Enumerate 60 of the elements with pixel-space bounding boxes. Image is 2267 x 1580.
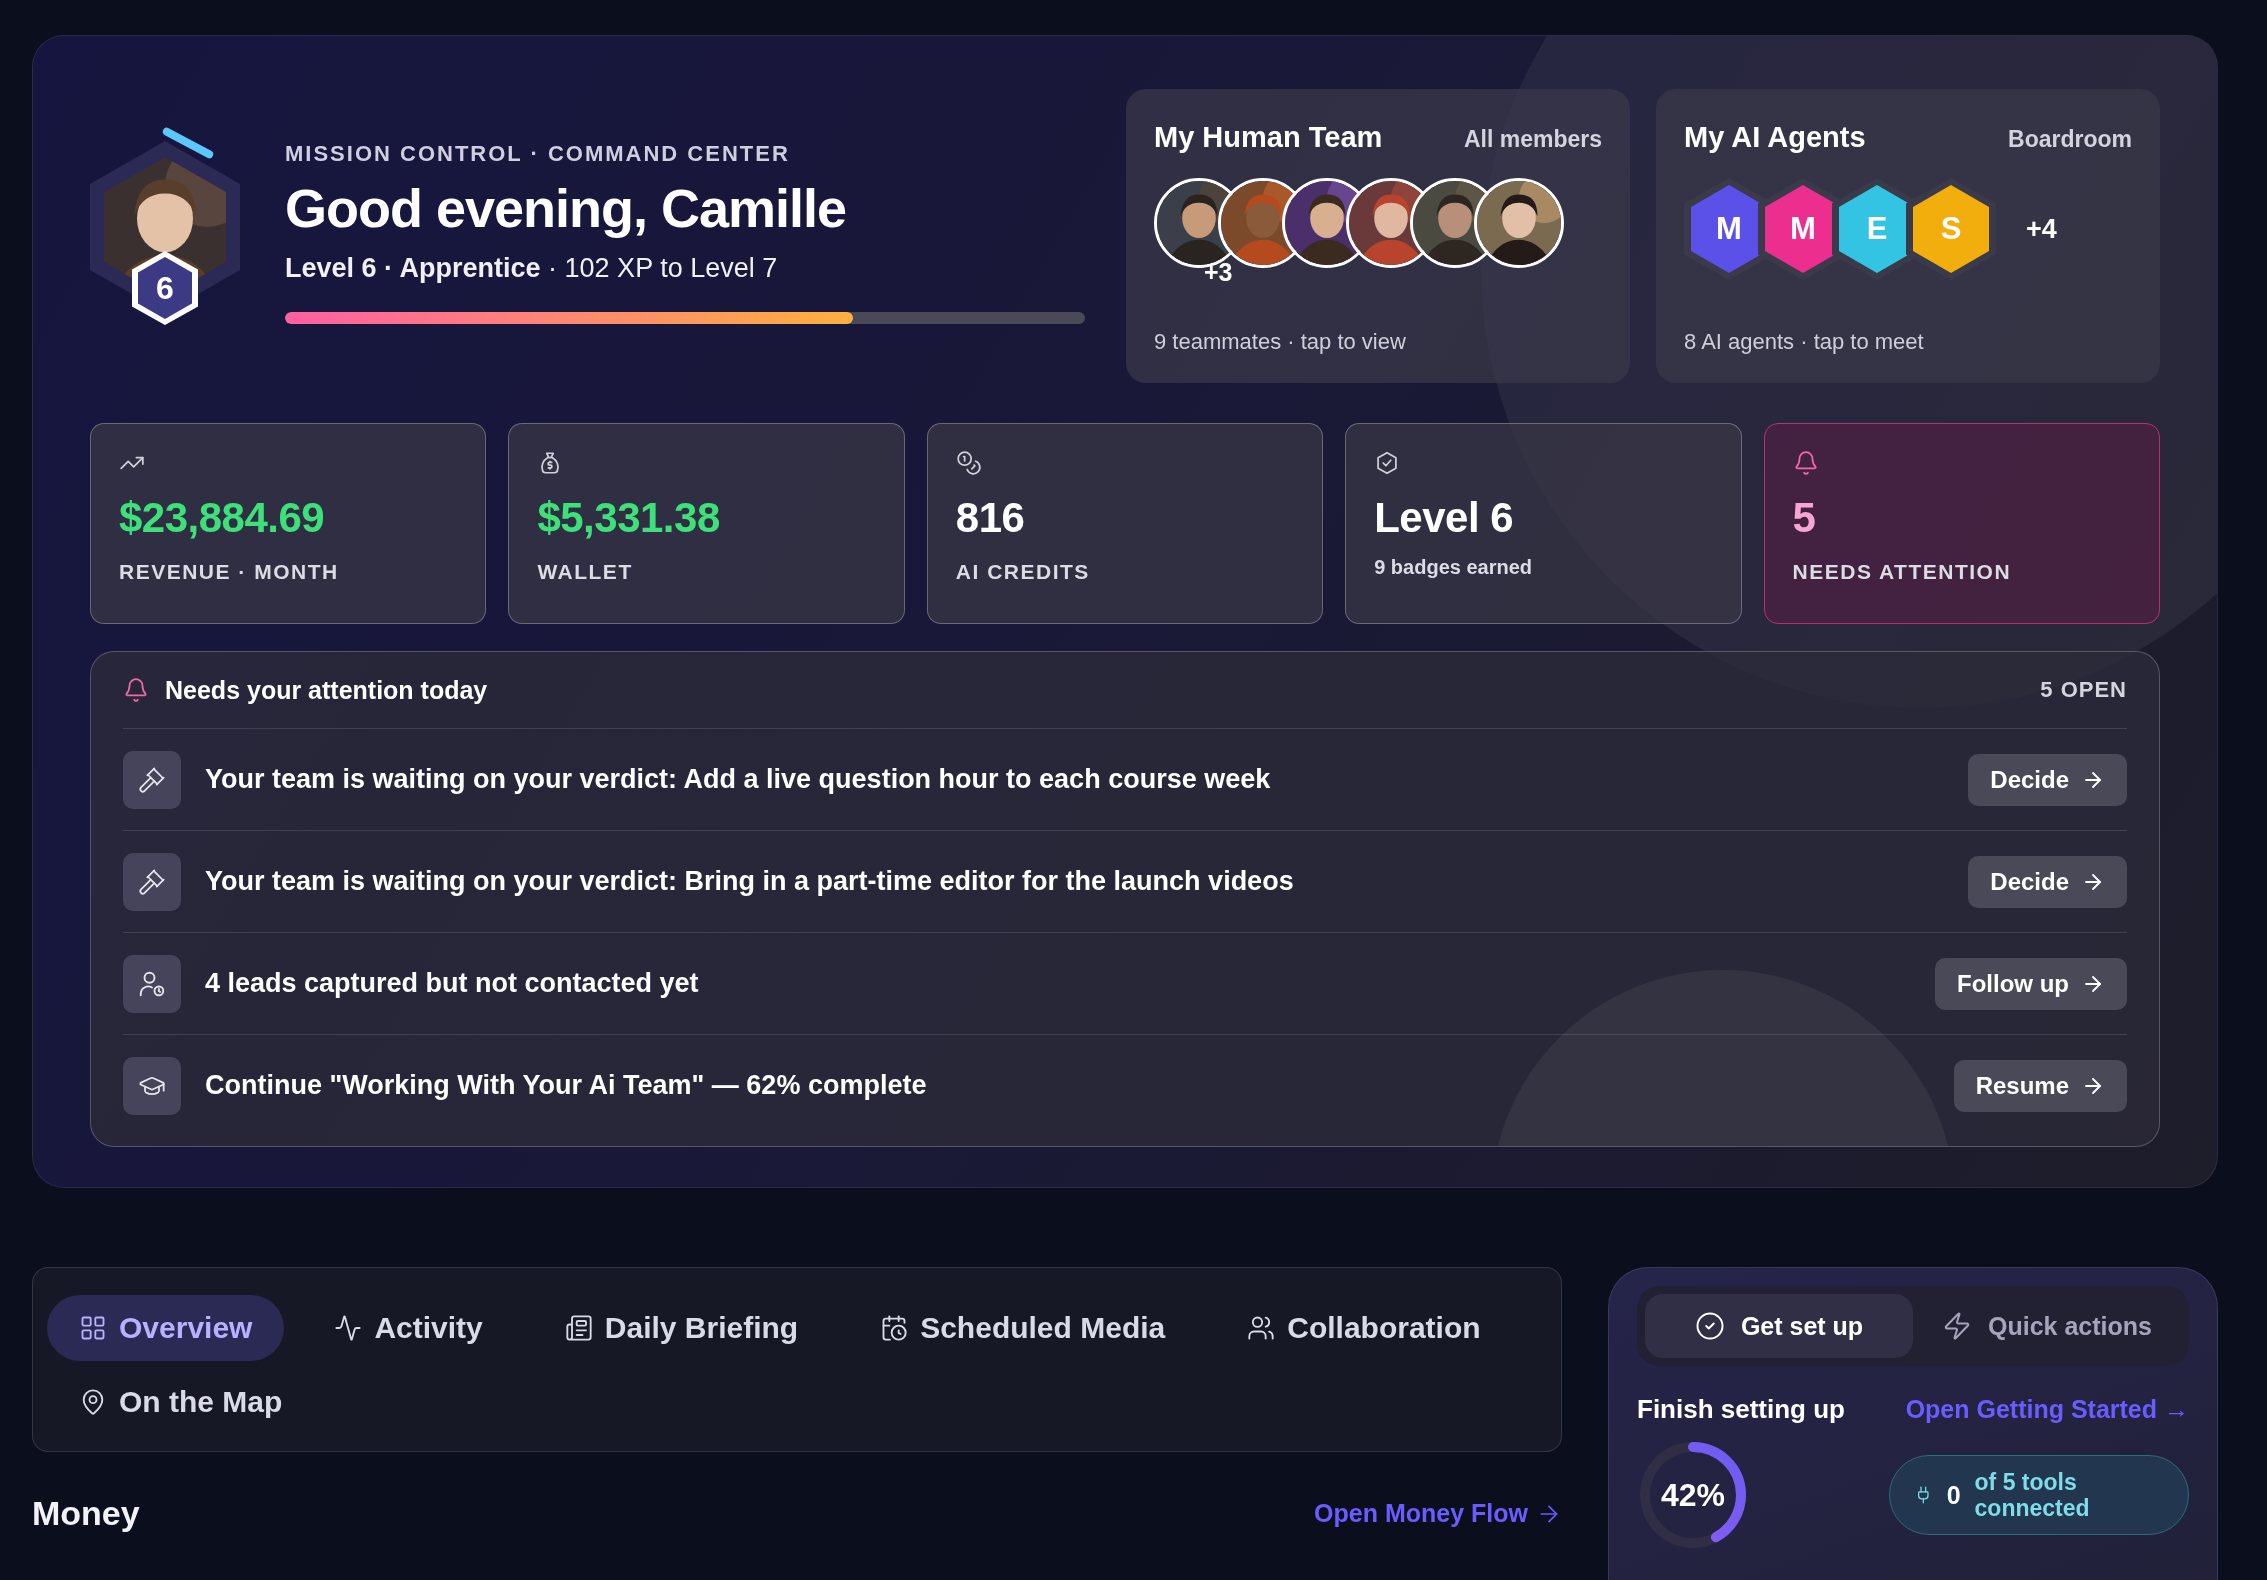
action-button[interactable]: Decide	[1968, 753, 2127, 806]
action-button[interactable]: Resume	[1953, 1059, 2127, 1112]
tab[interactable]: Daily Briefing	[532, 1295, 831, 1361]
coins-icon	[955, 450, 982, 476]
stat-value: $23,884.69	[119, 494, 326, 542]
action-button[interactable]: Decide	[1968, 855, 2127, 908]
stat-value: Level 6	[1374, 494, 1515, 542]
money-flow-link[interactable]: Open Money Flow	[1314, 1499, 1562, 1528]
all-members-link[interactable]: All members	[1463, 126, 1602, 153]
stat-label: WALLET	[537, 560, 634, 584]
agent-badge: S	[1913, 185, 1989, 273]
tab[interactable]: On the Map	[47, 1369, 315, 1435]
card-title: My Human Team	[1154, 121, 1383, 154]
segment-tab[interactable]: Quick actions	[1913, 1294, 2181, 1358]
bell-icon	[1792, 450, 1819, 476]
calendar-clock-icon	[880, 1314, 909, 1342]
section-title: Money	[32, 1494, 140, 1533]
stat-label: REVENUE · MONTH	[119, 560, 340, 584]
stat-label: 9 badges earned	[1374, 556, 1534, 579]
attention-text: Your team is waiting on your verdict: Bring in a part-time editor for the launch videos	[205, 866, 1295, 897]
newspaper-icon	[564, 1314, 593, 1342]
gavel-icon	[123, 750, 181, 809]
stat-label: NEEDS ATTENTION	[1792, 560, 2013, 584]
check-circle-icon	[1694, 1311, 1725, 1341]
grid-icon	[79, 1314, 107, 1342]
gavel-icon	[123, 852, 181, 911]
progress-percent: 42%	[1659, 1475, 1726, 1515]
eyebrow-text: MISSION CONTROL · COMMAND CENTER	[285, 141, 791, 167]
tab[interactable]: Collaboration	[1215, 1295, 1513, 1361]
tab[interactable]: Overview	[47, 1295, 285, 1361]
card-caption: 8 AI agents · tap to meet	[1684, 329, 1925, 355]
greeting-title: Good evening, Camille	[285, 177, 848, 239]
pulse-icon	[334, 1314, 363, 1342]
boardroom-link[interactable]: Boardroom	[2008, 126, 2132, 153]
overflow-count: +3	[1204, 258, 1234, 287]
stat-label: AI CREDITS	[955, 560, 1091, 584]
user-clock-icon	[123, 954, 181, 1013]
lightning-icon	[1942, 1311, 1972, 1341]
panel-title: Needs your attention today	[165, 675, 489, 705]
stat-value: 5	[1792, 494, 1817, 542]
ai-agents-card[interactable]: My AI Agents Boardroom M M E S +4 8 AI agents · tap to meet	[1656, 89, 2160, 383]
action-button[interactable]: Follow up	[1935, 957, 2127, 1010]
stat-value: 816	[955, 494, 1026, 542]
tab[interactable]: Activity	[302, 1295, 515, 1361]
human-team-card[interactable]: My Human Team All members +3 9 teammates · tap to view	[1126, 89, 1630, 383]
stat-value: $5,331.38	[537, 494, 721, 542]
card-title: My AI Agents	[1684, 121, 1866, 154]
overflow-count: +4	[2026, 213, 2057, 245]
attention-text: Continue "Working With Your Ai Team" — 62% complete	[205, 1070, 928, 1101]
attention-text: Your team is waiting on your verdict: Add a live question hour to each course week	[205, 764, 1272, 795]
card-caption: 9 teammates · tap to view	[1154, 329, 1407, 355]
graduation-cap-icon	[123, 1056, 181, 1115]
attention-text: 4 leads captured but not contacted yet	[205, 968, 700, 999]
bell-icon	[123, 677, 149, 703]
segment-tab[interactable]: Get set up	[1645, 1294, 1913, 1358]
tab[interactable]: Scheduled Media	[848, 1295, 1198, 1361]
level-text: Level 6 · Apprentice · 102 XP to Level 7	[285, 253, 779, 284]
users-icon	[1247, 1314, 1276, 1342]
open-count: 5 OPEN	[2040, 677, 2127, 703]
section-title: Finish setting up	[1637, 1394, 1845, 1425]
